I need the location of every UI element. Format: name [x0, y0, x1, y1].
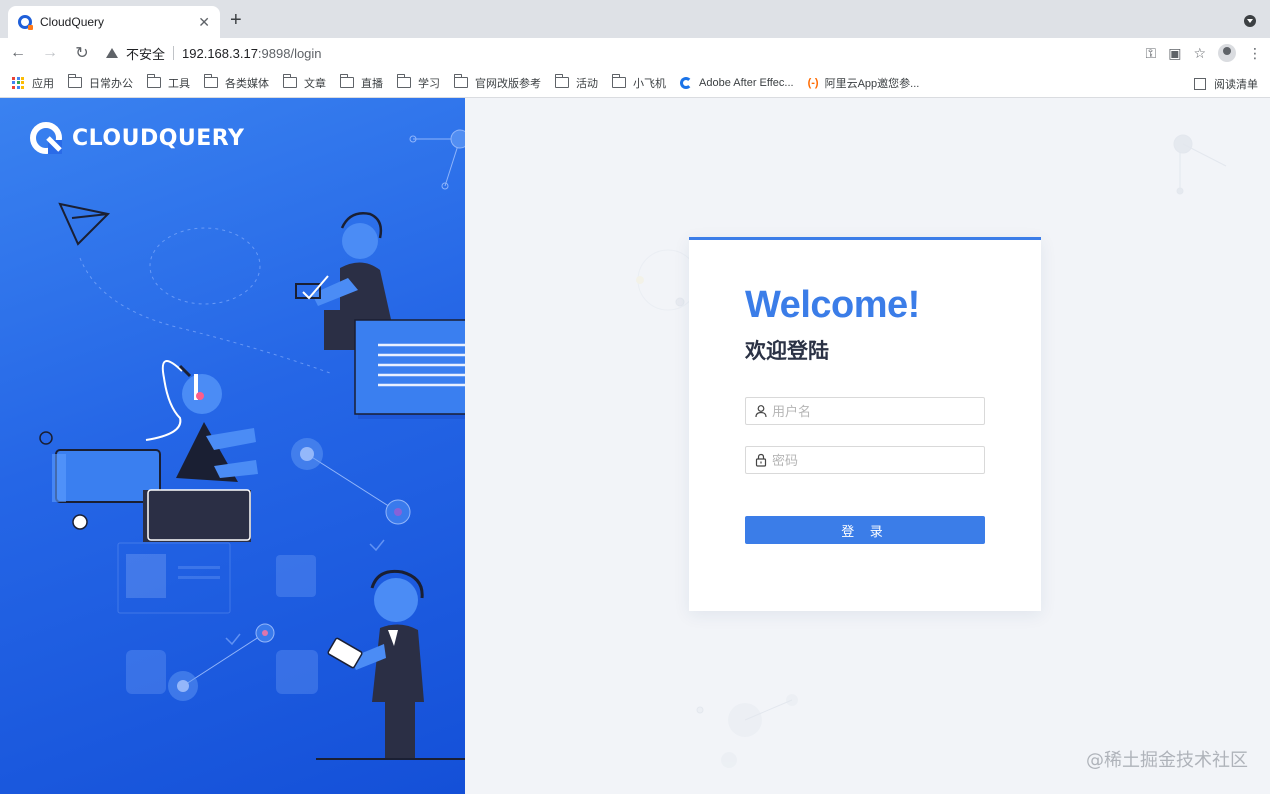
- bookmark-folder[interactable]: 活动: [554, 74, 598, 91]
- cloudquery-favicon-icon: [18, 15, 33, 30]
- folder-icon: [396, 74, 411, 88]
- user-icon: [755, 405, 767, 418]
- tab-close-icon[interactable]: ✕: [198, 14, 210, 31]
- bookmark-label: 学习: [418, 77, 440, 90]
- url-host: 192.168.3.17: [182, 45, 258, 61]
- bookmark-label: Adobe After Effec...: [699, 76, 794, 89]
- bookmark-label: 直播: [361, 77, 383, 90]
- brand-logo: CLOUDQUERY: [28, 120, 244, 156]
- folder-icon: [554, 74, 569, 88]
- bookmark-folder[interactable]: 工具: [146, 74, 190, 91]
- bookmark-folder[interactable]: 各类媒体: [203, 74, 269, 91]
- folder-icon: [339, 74, 354, 88]
- url-path: :9898/login: [257, 45, 322, 61]
- back-icon[interactable]: ←: [4, 44, 32, 62]
- bookmarks-bar: 应用 日常办公 工具 各类媒体 文章 直播 学习 官网改版参考 活动 小飞机 A…: [0, 68, 1270, 98]
- tab-title: CloudQuery: [40, 15, 105, 29]
- bookmark-label: 小飞机: [633, 77, 666, 90]
- bookmark-apps[interactable]: 应用: [12, 75, 54, 91]
- bookmark-label: 文章: [304, 77, 326, 90]
- bookmark-folder[interactable]: 官网改版参考: [453, 74, 541, 91]
- bookmark-label: 各类媒体: [225, 77, 269, 90]
- folder-icon: [146, 74, 161, 88]
- bookmark-label: 官网改版参考: [475, 77, 541, 90]
- warning-icon: [106, 48, 118, 58]
- folder-icon: [611, 74, 626, 88]
- password-field[interactable]: [745, 446, 985, 474]
- login-subtitle: 欢迎登陆: [745, 340, 829, 363]
- password-input[interactable]: [772, 447, 984, 473]
- login-card: Welcome! 欢迎登陆 登 录: [689, 237, 1041, 611]
- bookmark-folder[interactable]: 小飞机: [611, 74, 666, 91]
- team-illustration: [39, 129, 465, 760]
- bookmark-label: 活动: [576, 77, 598, 90]
- profile-avatar-icon[interactable]: [1218, 44, 1236, 62]
- login-page: CLOUDQUERY Welcome! 欢迎登陆 登 录 @稀土掘金技术社区: [0, 98, 1270, 794]
- browser-toolbar: ← → ↻ 不安全 192.168.3.17:9898/login ⚿ ▣ ☆ …: [0, 38, 1270, 68]
- bookmark-adobe[interactable]: Adobe After Effec...: [680, 76, 794, 89]
- new-tab-icon[interactable]: +: [230, 10, 242, 30]
- bookmark-folder[interactable]: 文章: [282, 74, 326, 91]
- illustration-panel: [0, 98, 465, 794]
- reading-list-icon: [1194, 78, 1206, 90]
- bookmark-label: 工具: [168, 77, 190, 90]
- address-bar[interactable]: 不安全 192.168.3.17:9898/login: [96, 41, 1206, 65]
- apps-grid-icon: [12, 76, 24, 89]
- login-button[interactable]: 登 录: [745, 516, 985, 544]
- brand-name: CLOUDQUERY: [72, 125, 245, 151]
- address-separator: [173, 46, 175, 60]
- bookmark-folder[interactable]: 学习: [396, 74, 440, 91]
- bookmark-star-icon[interactable]: ☆: [1193, 45, 1206, 62]
- bookmark-aliyun[interactable]: (-) 阿里云App邀您参...: [808, 75, 920, 91]
- aliyun-icon: (-): [807, 76, 819, 89]
- folder-icon: [453, 74, 468, 88]
- watermark: @稀土掘金技术社区: [1086, 750, 1248, 771]
- bookmark-folder[interactable]: 日常办公: [67, 74, 133, 91]
- folder-icon: [203, 74, 218, 88]
- bookmark-label: 日常办公: [89, 77, 133, 90]
- bookmark-label: 应用: [32, 77, 54, 90]
- reading-list-label: 阅读清单: [1214, 79, 1258, 91]
- password-key-icon[interactable]: ⚿: [1146, 45, 1157, 62]
- tab-search-icon[interactable]: [1244, 15, 1256, 27]
- folder-icon: [67, 74, 82, 88]
- browser-menu-icon[interactable]: ⋮: [1248, 45, 1262, 62]
- browser-tab-bar: CloudQuery ✕ +: [0, 0, 1270, 38]
- welcome-heading: Welcome!: [745, 284, 920, 326]
- bookmark-label: 阿里云App邀您参...: [824, 77, 920, 90]
- lock-icon: [755, 453, 767, 467]
- cloudquery-logo-icon: [30, 122, 62, 154]
- forward-icon[interactable]: →: [36, 44, 64, 62]
- translate-icon[interactable]: ▣: [1168, 45, 1181, 62]
- browser-tab[interactable]: CloudQuery ✕: [8, 6, 220, 38]
- folder-icon: [282, 74, 297, 88]
- bookmark-folder[interactable]: 直播: [339, 74, 383, 91]
- reload-icon[interactable]: ↻: [68, 43, 96, 63]
- reading-list[interactable]: 阅读清单: [1194, 76, 1258, 92]
- security-label: 不安全: [126, 46, 166, 62]
- adobe-icon: [680, 76, 692, 89]
- username-input[interactable]: [772, 398, 984, 424]
- username-field[interactable]: [745, 397, 985, 425]
